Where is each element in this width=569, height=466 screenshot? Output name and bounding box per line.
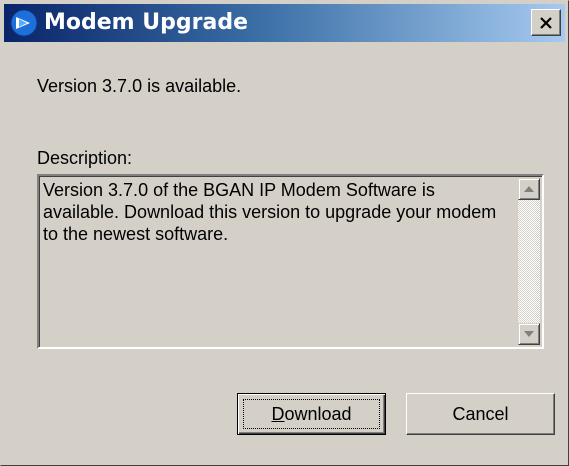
close-icon — [540, 16, 552, 29]
scroll-up-button[interactable] — [518, 178, 540, 200]
arrow-up-icon — [524, 186, 534, 192]
download-button-label: Download — [271, 404, 351, 425]
close-button[interactable] — [531, 9, 561, 36]
modem-upgrade-dialog: Modem Upgrade Version 3.7.0 is available… — [0, 0, 569, 466]
arrow-down-icon — [524, 331, 534, 337]
description-label: Description: — [37, 148, 133, 168]
description-textbox[interactable]: Version 3.7.0 of the BGAN IP Modem Softw… — [37, 174, 544, 349]
version-available-text: Version 3.7.0 is available. — [37, 76, 242, 96]
download-mnemonic: D — [271, 403, 285, 424]
description-text: Version 3.7.0 of the BGAN IP Modem Softw… — [43, 180, 497, 244]
download-button[interactable]: Download — [237, 393, 386, 435]
cancel-button[interactable]: Cancel — [406, 393, 555, 435]
modem-app-icon — [10, 9, 38, 37]
download-label-rest: ownload — [284, 403, 352, 424]
scroll-down-button[interactable] — [518, 323, 540, 345]
description-scrollbar[interactable] — [518, 178, 540, 345]
window-title: Modem Upgrade — [44, 10, 248, 35]
title-bar[interactable]: Modem Upgrade — [4, 4, 565, 42]
